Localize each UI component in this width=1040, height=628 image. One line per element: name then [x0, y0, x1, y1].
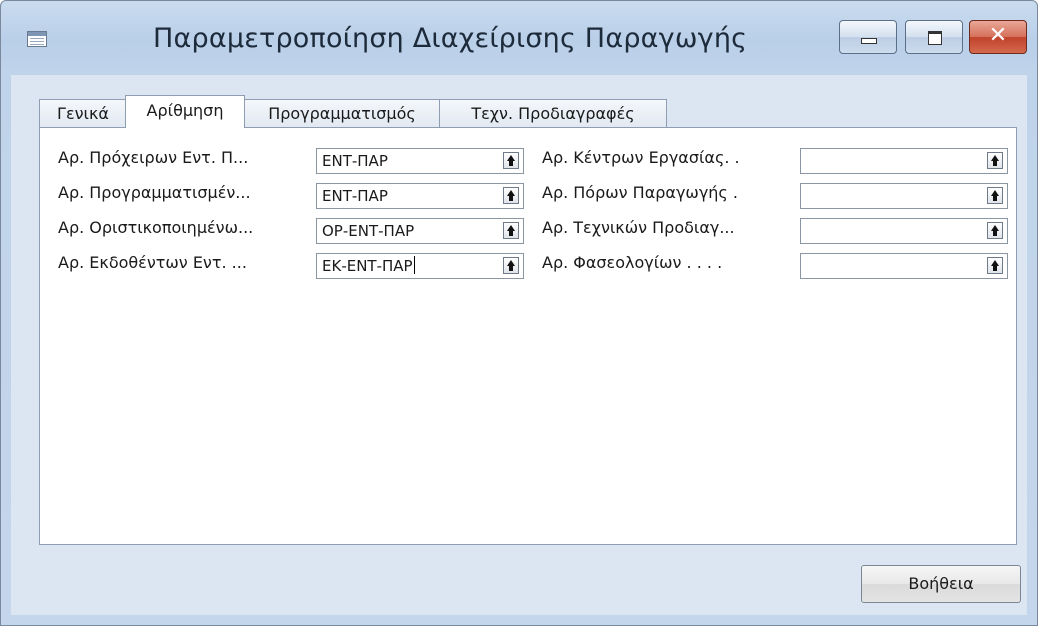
table-icon[interactable]	[27, 31, 47, 47]
production-bom-nos-field[interactable]	[800, 218, 1008, 244]
dialog-client-area: Γενικά Αρίθμηση Προγραμματισμός Τεχν. Πρ…	[11, 75, 1027, 615]
firm-planned-orders-nos-field[interactable]: ΟΡ-ΕΝΤ-ΠΑΡ	[316, 218, 524, 244]
lookup-arrow-icon[interactable]	[503, 187, 519, 204]
lookup-arrow-icon[interactable]	[503, 222, 519, 239]
maximize-icon	[928, 31, 942, 45]
field-value: ΕΝΤ-ΠΑΡ	[322, 187, 388, 205]
minimize-button[interactable]	[839, 20, 897, 54]
lookup-arrow-icon[interactable]	[987, 257, 1003, 274]
field-label: Αρ. Τεχνικών Προδιαγ...	[542, 218, 735, 237]
field-label: Αρ. Εκδοθέντων Εντ. ...	[58, 253, 247, 272]
draft-orders-nos-field[interactable]: ΕΝΤ-ΠΑΡ	[316, 148, 524, 174]
field-value: ΕΝΤ-ΠΑΡ	[322, 152, 388, 170]
window: Παραμετροποίηση Διαχείρισης Παραγωγής ✕ …	[0, 0, 1038, 626]
planned-orders-nos-field[interactable]: ΕΝΤ-ΠΑΡ	[316, 183, 524, 209]
maximize-button[interactable]	[905, 20, 963, 54]
field-label: Αρ. Οριστικοποιημένω...	[58, 218, 254, 237]
tab-general[interactable]: Γενικά	[39, 99, 127, 127]
field-value: ΟΡ-ΕΝΤ-ΠΑΡ	[322, 222, 415, 240]
field-label: Αρ. Προγραμματισμέν...	[58, 183, 251, 202]
lookup-arrow-icon[interactable]	[503, 257, 519, 274]
lookup-arrow-icon[interactable]	[987, 187, 1003, 204]
window-title: Παραμετροποίηση Διαχείρισης Παραγωγής	[153, 23, 748, 54]
field-label: Αρ. Πρόχειρων Εντ. Π...	[58, 148, 249, 167]
lookup-arrow-icon[interactable]	[503, 152, 519, 169]
work-center-nos-field[interactable]	[800, 148, 1008, 174]
lookup-arrow-icon[interactable]	[987, 222, 1003, 239]
text-caret	[413, 256, 415, 274]
routing-nos-field[interactable]	[800, 253, 1008, 279]
tab-technical-specs[interactable]: Τεχν. Προδιαγραφές	[439, 99, 667, 127]
tab-panel-numbering: Αρ. Πρόχειρων Εντ. Π... ΕΝΤ-ΠΑΡ Αρ. Προγ…	[39, 127, 1017, 545]
field-label: Αρ. Φασεολογίων . . . .	[542, 253, 723, 272]
close-button[interactable]: ✕	[969, 20, 1027, 54]
machine-center-nos-field[interactable]	[800, 183, 1008, 209]
field-label: Αρ. Πόρων Παραγωγής .	[542, 183, 738, 202]
close-icon: ✕	[988, 23, 1008, 48]
title-bar[interactable]: Παραμετροποίηση Διαχείρισης Παραγωγής ✕	[1, 1, 1037, 75]
lookup-arrow-icon[interactable]	[987, 152, 1003, 169]
tab-planning[interactable]: Προγραμματισμός	[244, 99, 440, 127]
tab-numbering[interactable]: Αρίθμηση	[125, 95, 245, 128]
field-label: Αρ. Κέντρων Εργασίας. .	[542, 148, 740, 167]
help-button[interactable]: Βοήθεια	[861, 565, 1021, 603]
released-orders-nos-field[interactable]: ΕΚ-ΕΝΤ-ΠΑΡ	[316, 253, 524, 279]
minimize-icon	[861, 38, 877, 44]
field-value: ΕΚ-ΕΝΤ-ΠΑΡ	[322, 257, 413, 275]
